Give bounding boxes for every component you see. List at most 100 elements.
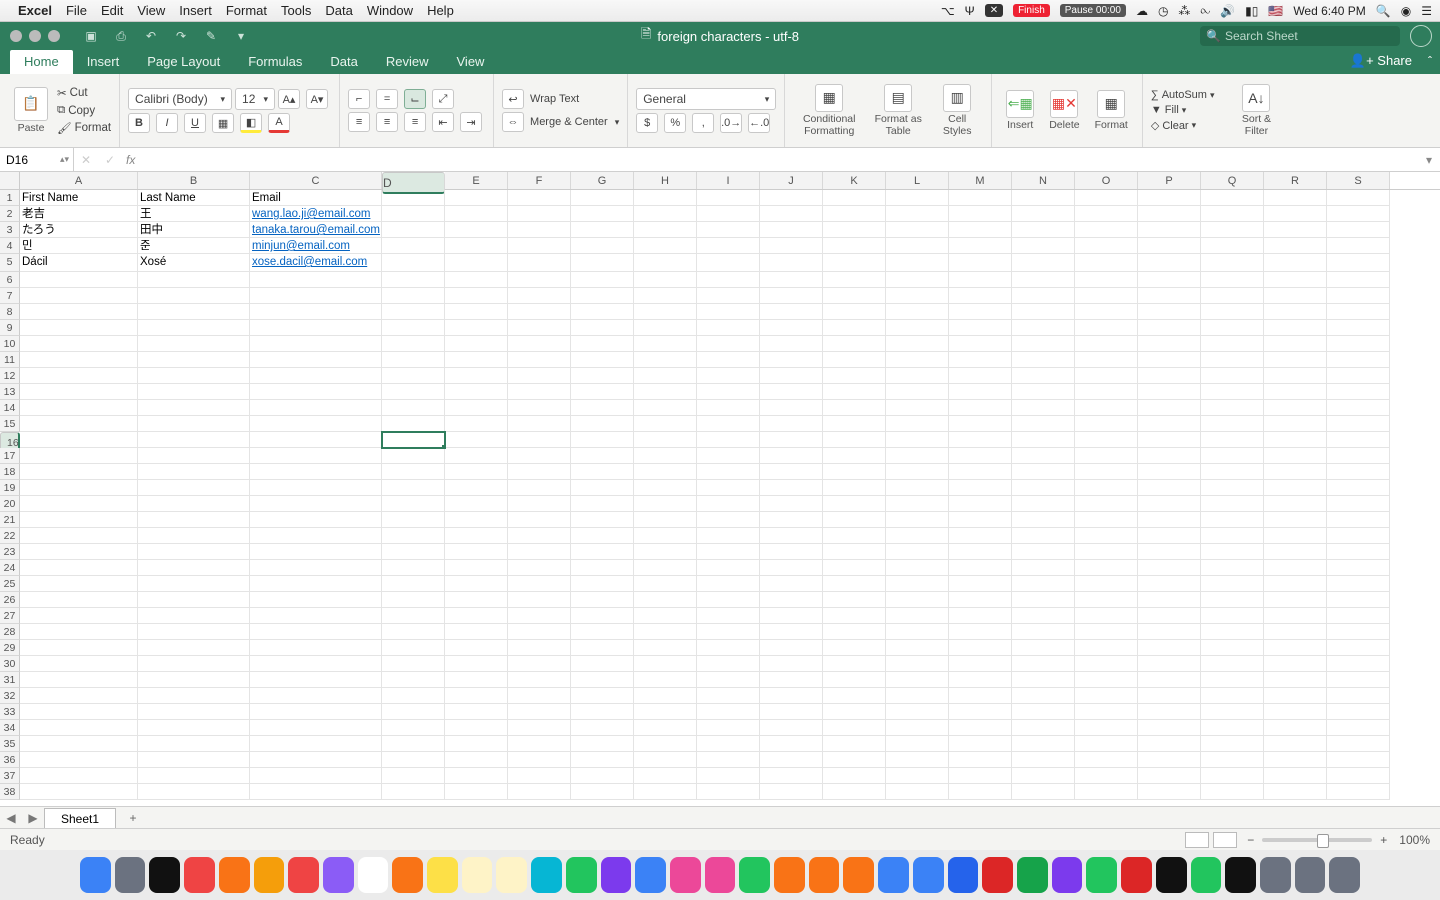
cell[interactable]: [445, 640, 508, 656]
dock-app-icon[interactable]: [878, 857, 909, 893]
cell[interactable]: [138, 624, 250, 640]
clock[interactable]: Wed 6:40 PM: [1293, 4, 1365, 18]
cell[interactable]: [886, 560, 949, 576]
cell[interactable]: [697, 448, 760, 464]
cell[interactable]: [1201, 672, 1264, 688]
cell[interactable]: [760, 352, 823, 368]
cell[interactable]: [382, 528, 445, 544]
cell[interactable]: [634, 448, 697, 464]
cell[interactable]: [571, 336, 634, 352]
cell[interactable]: [1201, 688, 1264, 704]
cell[interactable]: [823, 560, 886, 576]
cell[interactable]: [445, 206, 508, 222]
cell[interactable]: [1075, 222, 1138, 238]
close-badge[interactable]: ✕: [985, 4, 1003, 17]
cell[interactable]: [571, 656, 634, 672]
cell[interactable]: [20, 576, 138, 592]
dock-app-icon[interactable]: [323, 857, 354, 893]
cell[interactable]: [886, 528, 949, 544]
dock-app-icon[interactable]: [948, 857, 979, 893]
cell[interactable]: [760, 672, 823, 688]
row-header[interactable]: 31: [0, 672, 20, 688]
cell[interactable]: [823, 768, 886, 784]
cell[interactable]: [697, 352, 760, 368]
cell[interactable]: [1012, 352, 1075, 368]
row-header[interactable]: 27: [0, 608, 20, 624]
cell[interactable]: [571, 688, 634, 704]
cell[interactable]: [1075, 448, 1138, 464]
cell[interactable]: [508, 206, 571, 222]
cell[interactable]: [760, 480, 823, 496]
cell[interactable]: [1327, 448, 1390, 464]
cell[interactable]: [823, 190, 886, 206]
cell[interactable]: [823, 720, 886, 736]
cell[interactable]: [382, 640, 445, 656]
cell[interactable]: [760, 368, 823, 384]
cell[interactable]: [20, 304, 138, 320]
row-header[interactable]: 22: [0, 528, 20, 544]
cell[interactable]: [382, 736, 445, 752]
cell[interactable]: [1201, 352, 1264, 368]
tab-data[interactable]: Data: [316, 50, 371, 74]
cell[interactable]: [382, 448, 445, 464]
cell[interactable]: [138, 720, 250, 736]
wrap-text-button[interactable]: ↩ Wrap Text: [502, 89, 619, 109]
cell[interactable]: [1075, 464, 1138, 480]
cell[interactable]: [571, 496, 634, 512]
cell[interactable]: [1327, 272, 1390, 288]
cell[interactable]: [886, 736, 949, 752]
cell[interactable]: [886, 304, 949, 320]
cell[interactable]: [823, 206, 886, 222]
cell[interactable]: [697, 238, 760, 254]
cell[interactable]: [508, 560, 571, 576]
cell[interactable]: [445, 592, 508, 608]
dock-app-icon[interactable]: [809, 857, 840, 893]
dock-app-icon[interactable]: [1086, 857, 1117, 893]
merge-center-button[interactable]: ⇔ Merge & Center ▾: [502, 112, 619, 132]
cell[interactable]: [382, 768, 445, 784]
align-top-button[interactable]: ⌐: [348, 89, 370, 109]
cell[interactable]: [571, 480, 634, 496]
cell[interactable]: [697, 320, 760, 336]
cell[interactable]: [1201, 768, 1264, 784]
cell[interactable]: [1012, 608, 1075, 624]
cell[interactable]: [382, 624, 445, 640]
cell[interactable]: [138, 480, 250, 496]
cell[interactable]: [20, 272, 138, 288]
cell[interactable]: [1075, 368, 1138, 384]
cell[interactable]: [138, 512, 250, 528]
cell[interactable]: [20, 512, 138, 528]
cell[interactable]: [382, 480, 445, 496]
cell[interactable]: [445, 720, 508, 736]
cell[interactable]: [697, 752, 760, 768]
cell[interactable]: [250, 768, 382, 784]
cell[interactable]: [445, 448, 508, 464]
cell[interactable]: [1201, 624, 1264, 640]
orientation-button[interactable]: ⤢: [432, 89, 454, 109]
cell[interactable]: [445, 288, 508, 304]
cell[interactable]: [571, 416, 634, 432]
cell[interactable]: [634, 592, 697, 608]
cell[interactable]: [823, 352, 886, 368]
cell[interactable]: 老吉: [20, 206, 138, 222]
cell[interactable]: [508, 464, 571, 480]
cell[interactable]: [382, 608, 445, 624]
cell[interactable]: [508, 736, 571, 752]
cell[interactable]: [1075, 336, 1138, 352]
cell[interactable]: [250, 656, 382, 672]
cell[interactable]: [1138, 528, 1201, 544]
cell[interactable]: [445, 384, 508, 400]
cell[interactable]: [760, 496, 823, 512]
cell[interactable]: [1264, 608, 1327, 624]
cell[interactable]: [1138, 512, 1201, 528]
cell[interactable]: [1138, 720, 1201, 736]
cell[interactable]: [1138, 592, 1201, 608]
cell[interactable]: [1264, 288, 1327, 304]
dock-app-icon[interactable]: [843, 857, 874, 893]
page-layout-view-icon[interactable]: [1213, 832, 1237, 848]
cell[interactable]: [634, 704, 697, 720]
row-header[interactable]: 13: [0, 384, 20, 400]
cell[interactable]: [138, 288, 250, 304]
cell[interactable]: [949, 720, 1012, 736]
cell[interactable]: [1327, 560, 1390, 576]
